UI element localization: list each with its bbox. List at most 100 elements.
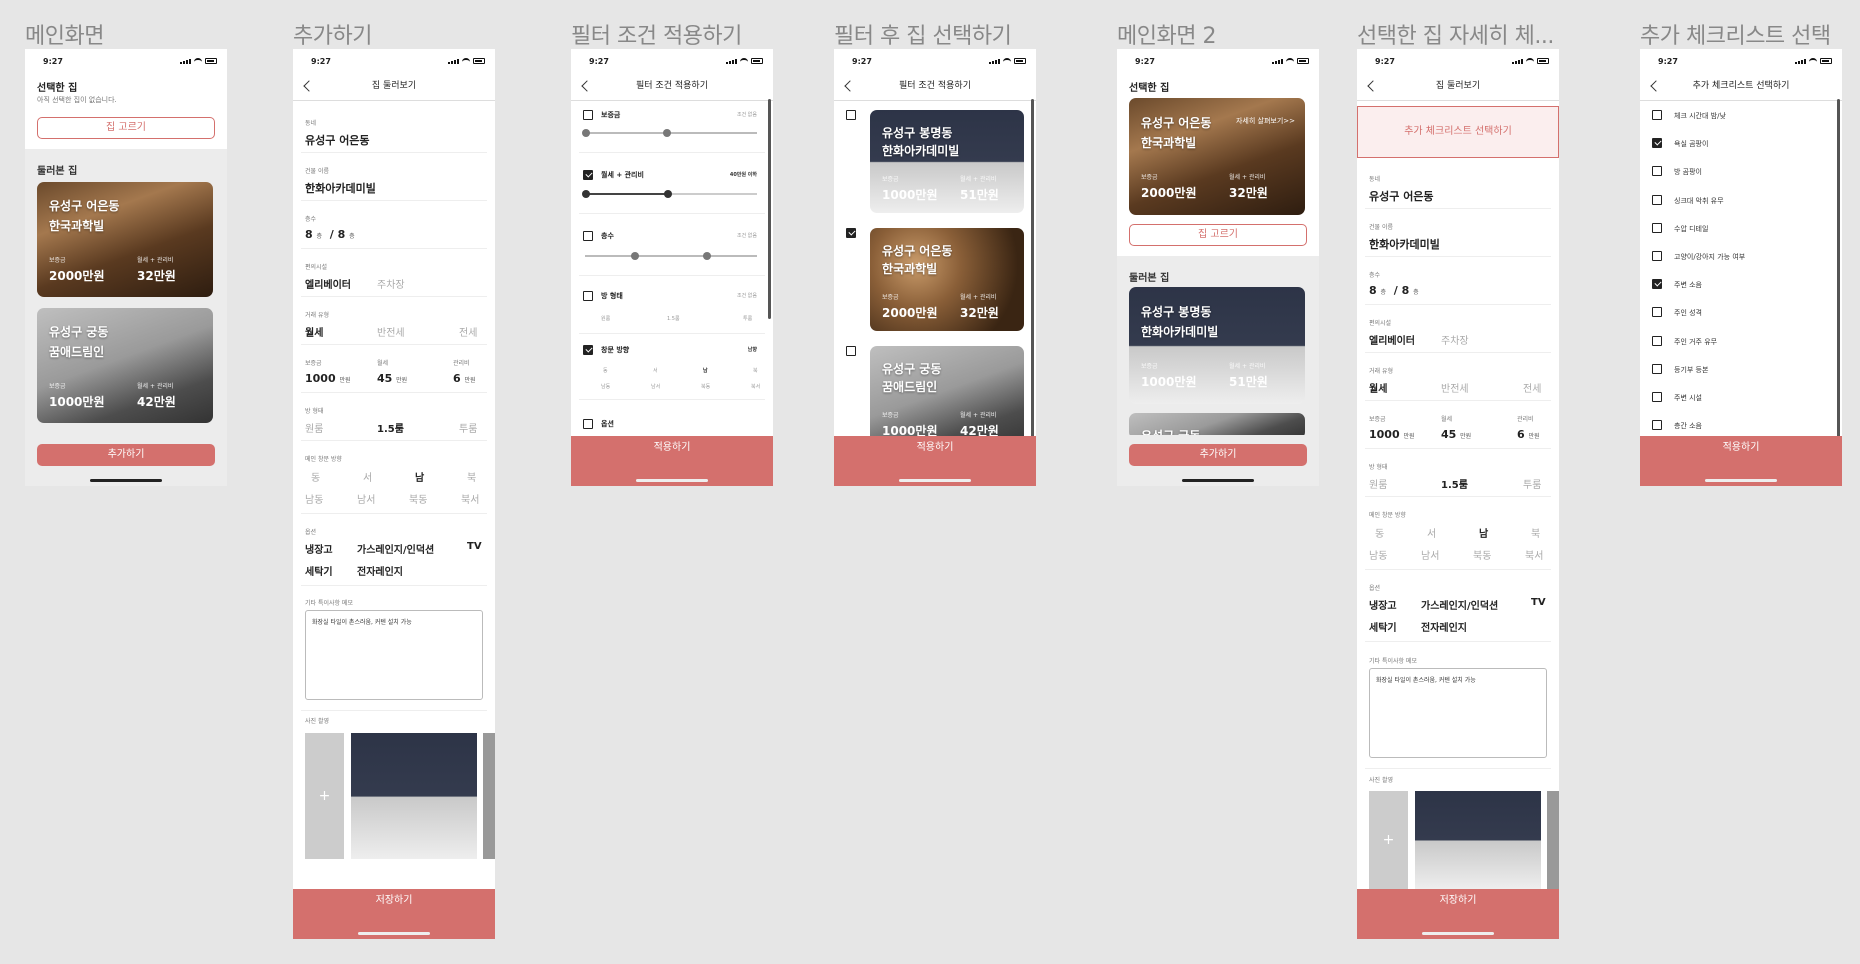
checklist-checkbox[interactable]	[1652, 307, 1662, 318]
house-checkbox[interactable]	[846, 228, 856, 238]
dir-nw[interactable]: 북서	[1525, 547, 1543, 562]
checklist-checkbox[interactable]	[1652, 392, 1662, 402]
add-checklist-button[interactable]: 추가 체크리스트 선택하기	[1357, 106, 1559, 158]
back-arrow-icon[interactable]	[1367, 80, 1379, 92]
deal-jeonse[interactable]: 전세	[459, 324, 477, 339]
scrollbar[interactable]	[1031, 99, 1034, 439]
filter-floor-checkbox[interactable]	[583, 231, 593, 241]
room-half[interactable]: 1.5룸	[1441, 476, 1468, 491]
floor-field[interactable]: 8 층 / 8 층	[1369, 284, 1419, 297]
add-photo-button[interactable]: +	[305, 733, 344, 859]
filter-option-checkbox[interactable]	[583, 419, 593, 429]
slider-knob[interactable]	[663, 129, 671, 137]
room-photo[interactable]	[351, 733, 477, 859]
select-house-button[interactable]: 집 고르기	[37, 117, 215, 139]
amenity-elevator[interactable]: 엘리베이터	[1369, 332, 1415, 347]
room-half[interactable]: 1.5룸	[377, 420, 404, 435]
save-button[interactable]: 저장하기	[1440, 895, 1477, 906]
mgmt-field[interactable]: 6 만원	[453, 372, 476, 385]
checklist-checkbox[interactable]	[1652, 420, 1662, 431]
add-photo-button[interactable]: +	[1369, 791, 1408, 889]
scrollbar[interactable]	[768, 99, 771, 319]
dong-field[interactable]: 유성구 어은동	[305, 132, 370, 148]
deal-half[interactable]: 반전세	[1441, 380, 1469, 395]
add-house-button[interactable]: 추가하기	[37, 444, 215, 466]
house-card[interactable]: 유성구 궁동 꿈애드림인 보증금 월세 + 관리비 1000만원 42만원	[870, 346, 1024, 449]
dir-east[interactable]: 동	[1375, 525, 1384, 540]
filter-room-checkbox[interactable]	[583, 291, 593, 301]
dir-south[interactable]: 남	[1479, 525, 1488, 540]
option-fridge[interactable]: 냉장고	[1369, 597, 1397, 612]
dir-sw[interactable]: 남서	[1421, 547, 1439, 562]
deal-half[interactable]: 반전세	[377, 324, 405, 339]
detail-link[interactable]: 자세히 살펴보기>>	[1236, 116, 1295, 126]
dir-west[interactable]: 서	[363, 469, 372, 484]
slider-knob[interactable]	[631, 252, 639, 260]
house-card[interactable]: 유성구 봉명동 한화아카데미빌 보증금 월세 + 관리비 1000만원 51만원	[870, 110, 1024, 213]
checklist-checkbox[interactable]	[1652, 279, 1662, 290]
filter-window-checkbox[interactable]	[583, 345, 593, 355]
dir-north[interactable]: 북	[1531, 525, 1540, 540]
dir-north[interactable]: 북	[467, 469, 476, 484]
room-one[interactable]: 원룸	[1369, 476, 1387, 491]
back-arrow-icon[interactable]	[844, 80, 856, 92]
house-card[interactable]: 유성구 어은동 한국과학빌 보증금 월세 + 관리비 2000만원 32만원	[37, 182, 213, 297]
floor-field[interactable]: 8 층 / 8 층	[305, 228, 355, 241]
checklist-checkbox[interactable]	[1652, 110, 1662, 120]
house-card[interactable]: 유성구 궁동 꿈애드림인 보증금 월세 + 관리비 1000만원 42만원	[37, 308, 213, 423]
rent-field[interactable]: 45 만원	[1441, 428, 1471, 441]
house-card[interactable]: 유성구 봉명동 한화아카데미빌 보증금 월세 + 관리비 1000만원 51만원	[1129, 287, 1305, 404]
option-tv[interactable]: TV	[1531, 597, 1546, 608]
add-house-button[interactable]: 추가하기	[1129, 444, 1307, 466]
option-fridge[interactable]: 냉장고	[305, 541, 333, 556]
house-checkbox[interactable]	[846, 346, 856, 356]
select-house-button[interactable]: 집 고르기	[1129, 224, 1307, 246]
memo-textarea[interactable]: 화장실 타일이 촌스러움, 커텐 설치 가능	[1369, 668, 1547, 758]
apply-button[interactable]: 적용하기	[654, 442, 691, 453]
deposit-field[interactable]: 1000 만원	[305, 372, 351, 385]
room-two[interactable]: 투룸	[1523, 476, 1541, 491]
scrollbar[interactable]	[1837, 99, 1840, 439]
slider-knob[interactable]	[664, 190, 672, 198]
checklist-checkbox[interactable]	[1652, 222, 1662, 233]
room-photo[interactable]	[1415, 791, 1541, 889]
option-microwave[interactable]: 전자레인지	[357, 563, 403, 578]
dir-south[interactable]: 남	[415, 469, 424, 484]
checklist-checkbox[interactable]	[1652, 251, 1662, 261]
apply-button[interactable]: 적용하기	[1723, 442, 1760, 453]
amenity-parking[interactable]: 주차장	[377, 276, 405, 291]
dir-nw[interactable]: 북서	[461, 491, 479, 506]
building-field[interactable]: 한화아카데미빌	[305, 180, 376, 196]
amenity-parking[interactable]: 주차장	[1441, 332, 1469, 347]
apply-button[interactable]: 적용하기	[917, 442, 954, 453]
dir-sw[interactable]: 남서	[357, 491, 375, 506]
room-photo[interactable]	[483, 733, 495, 859]
dir-west[interactable]: 서	[1427, 525, 1436, 540]
deal-monthly[interactable]: 월세	[305, 324, 323, 339]
filter-deposit-checkbox[interactable]	[583, 110, 593, 120]
deposit-slider[interactable]	[585, 132, 757, 134]
dir-ne[interactable]: 북동	[1473, 547, 1491, 562]
house-checkbox[interactable]	[846, 110, 856, 120]
option-stove[interactable]: 가스레인지/인덕션	[357, 541, 434, 556]
option-washer[interactable]: 세탁기	[1369, 619, 1397, 634]
selected-house-card[interactable]: 유성구 어은동 한국과학빌 자세히 살펴보기>> 보증금 월세 + 관리비 20…	[1129, 98, 1305, 215]
deal-monthly[interactable]: 월세	[1369, 380, 1387, 395]
option-stove[interactable]: 가스레인지/인덕션	[1421, 597, 1498, 612]
option-tv[interactable]: TV	[467, 541, 482, 552]
checklist-checkbox[interactable]	[1652, 194, 1662, 205]
option-microwave[interactable]: 전자레인지	[1421, 619, 1467, 634]
dir-east[interactable]: 동	[311, 469, 320, 484]
slider-knob[interactable]	[582, 190, 590, 198]
dir-se[interactable]: 남동	[1369, 547, 1387, 562]
dir-se[interactable]: 남동	[305, 491, 323, 506]
mgmt-field[interactable]: 6 만원	[1517, 428, 1540, 441]
checklist-checkbox[interactable]	[1652, 138, 1662, 149]
back-arrow-icon[interactable]	[1650, 80, 1662, 92]
back-arrow-icon[interactable]	[303, 80, 315, 92]
dir-ne[interactable]: 북동	[409, 491, 427, 506]
checklist-checkbox[interactable]	[1652, 363, 1662, 374]
dong-field[interactable]: 유성구 어은동	[1369, 188, 1434, 204]
memo-textarea[interactable]: 화장실 타일이 촌스러움, 커텐 설치 가능	[305, 610, 483, 700]
room-photo[interactable]	[1547, 791, 1559, 889]
